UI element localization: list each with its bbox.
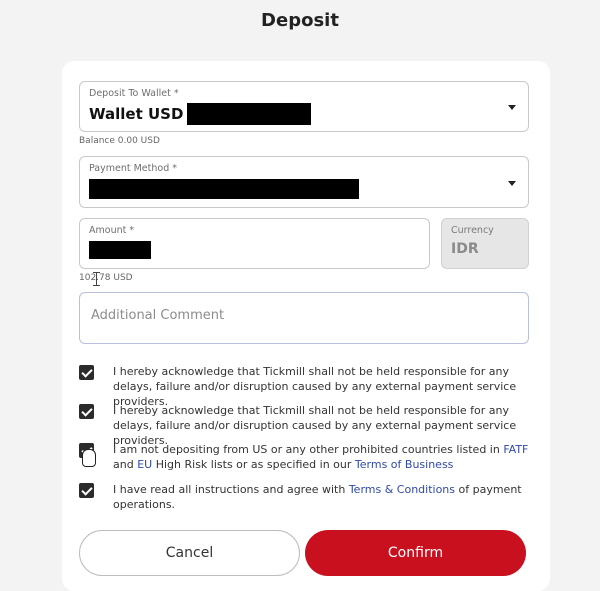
checkbox-checked-icon[interactable] [79, 365, 94, 380]
wallet-balance: Balance 0.00 USD [79, 136, 160, 146]
payment-method-label: Payment Method * [89, 163, 178, 174]
ack-text-part: I have read all instructions and agree w… [113, 483, 349, 496]
checkbox-checked-icon[interactable] [79, 404, 94, 419]
chevron-down-icon [508, 105, 516, 110]
comment-field[interactable] [79, 292, 529, 344]
ack-text: I have read all instructions and agree w… [113, 482, 534, 512]
currency-value: IDR [451, 241, 479, 257]
terms-of-business-link[interactable]: Terms of Business [355, 458, 454, 471]
currency-label: Currency [451, 225, 494, 236]
ack-text-part: and [113, 458, 138, 471]
checkbox-checked-icon[interactable] [79, 483, 94, 498]
confirm-button[interactable]: Confirm [305, 530, 526, 576]
terms-conditions-link[interactable]: Terms & Conditions [349, 483, 455, 496]
currency-field: Currency IDR [441, 218, 529, 269]
text-cursor-icon [93, 272, 100, 286]
amount-label: Amount * [89, 225, 135, 236]
eu-link[interactable]: EU [137, 458, 152, 471]
payment-method-select[interactable]: Payment Method * [79, 156, 529, 208]
comment-input[interactable] [89, 307, 513, 324]
wallet-value: Wallet USD [89, 103, 312, 125]
amount-field[interactable]: Amount * [79, 218, 430, 269]
ack-text-part: High Risk lists or as specified in our [152, 458, 355, 471]
redacted-block [89, 179, 359, 199]
redacted-block [187, 103, 312, 125]
amount-converted: 102.78 USD [79, 273, 133, 283]
wallet-value-text: Wallet USD [89, 105, 184, 123]
fatf-link[interactable]: FATF [503, 443, 528, 456]
dialog-title: Deposit [261, 10, 339, 31]
ack-text: I am not depositing from US or any other… [113, 442, 528, 472]
chevron-down-icon [508, 181, 516, 186]
ack-item[interactable]: I am not depositing from US or any other… [79, 442, 534, 472]
cancel-button[interactable]: Cancel [79, 530, 300, 576]
ack-item[interactable]: I have read all instructions and agree w… [79, 482, 534, 512]
hand-pointer-icon [82, 449, 96, 467]
wallet-label: Deposit To Wallet * [89, 88, 179, 99]
redacted-block [89, 241, 151, 259]
wallet-select[interactable]: Deposit To Wallet * Wallet USD [79, 81, 529, 132]
ack-text-part: I am not depositing from US or any other… [113, 443, 504, 456]
